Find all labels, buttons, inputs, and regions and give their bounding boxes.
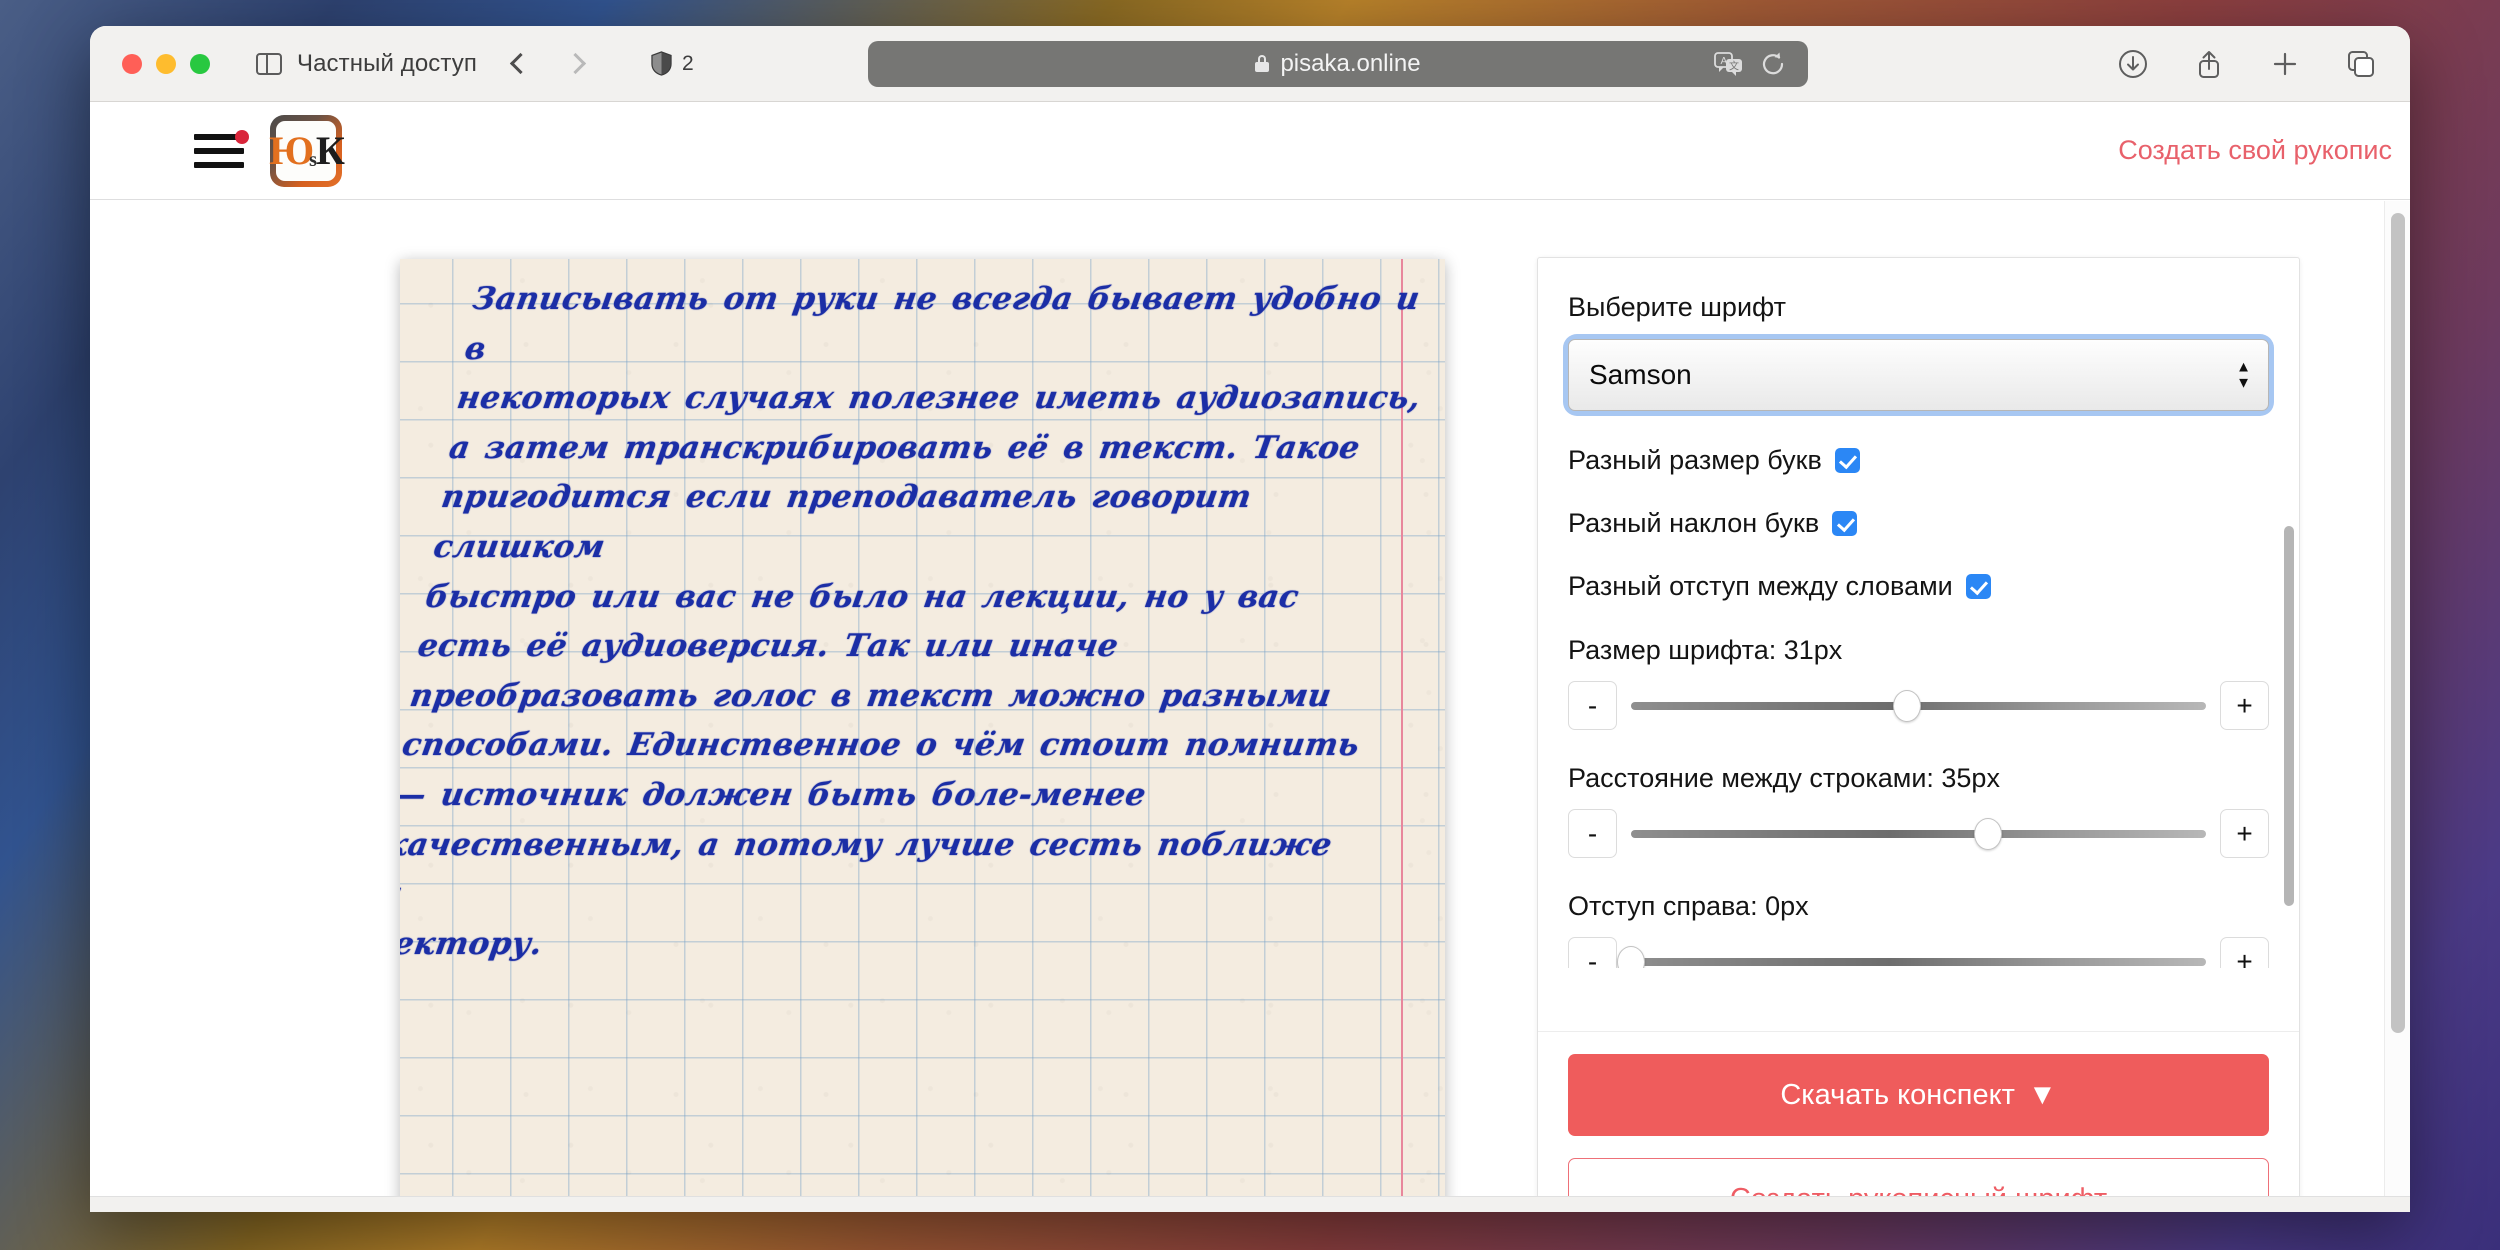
- handwritten-line: — источник должен быть боле-менее: [400, 776, 1149, 813]
- line-height-slider[interactable]: [1631, 817, 2206, 851]
- scrollbar-thumb[interactable]: [2284, 526, 2294, 906]
- handwritten-line: а затем транскрибировать её в текст. Так…: [446, 429, 1363, 466]
- font-size-slider-row: - +: [1568, 681, 2269, 730]
- plus-icon[interactable]: [2270, 49, 2300, 79]
- handwritten-line: способами. Единственное о чём стоит помн…: [400, 727, 1362, 764]
- font-select-label: Выберите шрифт: [1568, 292, 1787, 322]
- url-text: pisaka.online: [1280, 49, 1421, 77]
- minimize-window-button[interactable]: [156, 53, 176, 74]
- navigation-arrows: [503, 50, 593, 77]
- lock-icon: [1255, 55, 1270, 72]
- toolbar-actions: [2118, 49, 2376, 79]
- sidebar-toggle-button[interactable]: [256, 52, 282, 75]
- right-indent-slider[interactable]: [1617, 945, 2206, 968]
- checkbox-checked-icon[interactable]: [1832, 511, 1858, 536]
- window-controls: [122, 53, 210, 74]
- line-height-increase-button[interactable]: +: [2220, 809, 2269, 858]
- handwritten-line: качественным, а потому лучше сесть побли…: [400, 826, 1335, 913]
- checkbox-row-letter-slant[interactable]: Разный наклон букв: [1568, 508, 2269, 539]
- font-select-value[interactable]: Samson: [1568, 339, 2269, 411]
- handwritten-line: лектору.: [400, 925, 546, 962]
- tracker-count: 2: [681, 51, 694, 75]
- logo-letter-k: К: [315, 127, 345, 173]
- slider-rail: [1631, 957, 2206, 966]
- right-indent-slider-row: - +: [1568, 937, 2269, 968]
- checkbox-label: Разный наклон букв: [1568, 508, 1820, 538]
- handwritten-line: есть её аудиоверсия. Так или иначе: [415, 628, 1121, 665]
- page-scrollbar[interactable]: [2384, 201, 2410, 1212]
- checkbox-checked-icon[interactable]: [1834, 448, 1860, 473]
- site-logo[interactable]: ЮsК: [269, 114, 345, 187]
- caret-down-icon: ▼: [2027, 1078, 2057, 1111]
- font-size-slider-label: Размер шрифта: 31px: [1568, 635, 1843, 665]
- chevron-left-icon: [509, 52, 532, 75]
- font-select[interactable]: Samson ▲ ▼: [1568, 339, 2269, 411]
- settings-scroll-area: Выберите шрифт Samson ▲ ▼ Разный размер б…: [1538, 258, 2299, 968]
- line-height-slider-label: Расстояние между строками: 35px: [1568, 763, 2000, 793]
- download-icon[interactable]: [2118, 49, 2148, 79]
- handwritten-line: Записывать от руки не всегда бывает удоб…: [462, 281, 1438, 367]
- chevron-right-icon: [564, 52, 587, 75]
- font-size-decrease-button[interactable]: -: [1568, 681, 1617, 730]
- browser-window: Частный доступ 2 pisaka.online A 文 Ю s К…: [90, 26, 2410, 1212]
- right-indent-increase-button[interactable]: +: [2220, 937, 2269, 968]
- handwritten-line: пригодится если преподаватель говорит сл…: [431, 479, 1270, 565]
- settings-panel-scrollbar[interactable]: [2284, 266, 2294, 960]
- slider-thumb[interactable]: [1893, 689, 1921, 722]
- handwritten-line: быстро или вас не было на лекции, но у в…: [423, 578, 1302, 615]
- logo-letter-ju: Ю: [269, 127, 314, 173]
- download-notes-button[interactable]: Скачать конспект ▼: [1568, 1054, 2269, 1136]
- sidebar-icon: [256, 52, 282, 75]
- line-height-slider-row: - +: [1568, 809, 2269, 858]
- checkbox-row-letter-size[interactable]: Разный размер букв: [1568, 445, 2269, 476]
- browser-toolbar: Частный доступ 2 pisaka.online A 文: [90, 26, 2410, 102]
- line-height-decrease-button[interactable]: -: [1568, 809, 1617, 858]
- handwritten-text: Записывать от руки не всегда бывает удоб…: [400, 275, 1440, 969]
- close-window-button[interactable]: [122, 53, 142, 74]
- checkbox-label: Разный размер букв: [1568, 445, 1822, 475]
- svg-text:文: 文: [1729, 59, 1739, 72]
- checkbox-row-word-spacing[interactable]: Разный отступ между словами: [1568, 571, 2269, 602]
- site-logo-mark: ЮsК: [269, 120, 345, 181]
- tabs-icon[interactable]: [2346, 49, 2376, 79]
- chevron-updown-icon: ▲ ▼: [2236, 358, 2251, 392]
- handwritten-line: преобразовать голос в текст можно разным…: [407, 677, 1334, 714]
- slider-thumb[interactable]: [1973, 817, 2002, 850]
- address-bar-actions: A 文: [1714, 51, 1786, 77]
- download-notes-label: Скачать конспект: [1780, 1078, 2015, 1111]
- font-size-slider[interactable]: [1631, 689, 2206, 723]
- tracker-shield-group[interactable]: 2: [651, 51, 694, 76]
- site-header: ЮsК Создать свой рукопис: [90, 102, 2410, 200]
- right-indent-slider-label: Отступ справа: 0px: [1568, 891, 1809, 921]
- forward-button[interactable]: [558, 50, 593, 77]
- font-size-increase-button[interactable]: +: [2220, 681, 2269, 730]
- maximize-window-button[interactable]: [190, 53, 210, 74]
- address-bar[interactable]: pisaka.online A 文: [868, 40, 1808, 87]
- logo-letter-s: s: [309, 148, 317, 171]
- web-page: ЮsК Создать свой рукопис Записывать от р…: [90, 102, 2410, 1212]
- notification-badge-dot: [235, 129, 249, 144]
- scrollbar-thumb[interactable]: [2391, 213, 2405, 1033]
- settings-panel-footer: Скачать конспект ▼ Создать рукописный шр…: [1538, 1031, 2299, 1212]
- share-icon[interactable]: [2194, 49, 2224, 79]
- translate-icon[interactable]: A 文: [1714, 51, 1744, 76]
- checkbox-label: Разный отступ между словами: [1568, 571, 1953, 601]
- checkbox-checked-icon[interactable]: [1965, 574, 1991, 599]
- window-bottom-edge: [90, 1196, 2410, 1212]
- reload-icon[interactable]: [1760, 51, 1786, 77]
- page-content: Записывать от руки не всегда бывает удоб…: [90, 201, 2410, 1212]
- right-indent-decrease-button[interactable]: -: [1568, 937, 1617, 968]
- back-button[interactable]: [503, 50, 538, 77]
- handwriting-preview-sheet: Записывать от руки не всегда бывает удоб…: [400, 259, 1445, 1212]
- slider-rail: [1631, 829, 2206, 838]
- menu-burger-button[interactable]: [194, 126, 249, 176]
- settings-panel: Выберите шрифт Samson ▲ ▼ Разный размер б…: [1537, 257, 2300, 1212]
- shield-icon: [651, 51, 672, 76]
- handwritten-line: некоторых случаях полезнее иметь аудиоза…: [454, 380, 1424, 417]
- slider-thumb[interactable]: [1617, 945, 1645, 968]
- create-own-handwriting-link[interactable]: Создать свой рукопис: [2118, 135, 2392, 166]
- private-browsing-label: Частный доступ: [297, 49, 477, 77]
